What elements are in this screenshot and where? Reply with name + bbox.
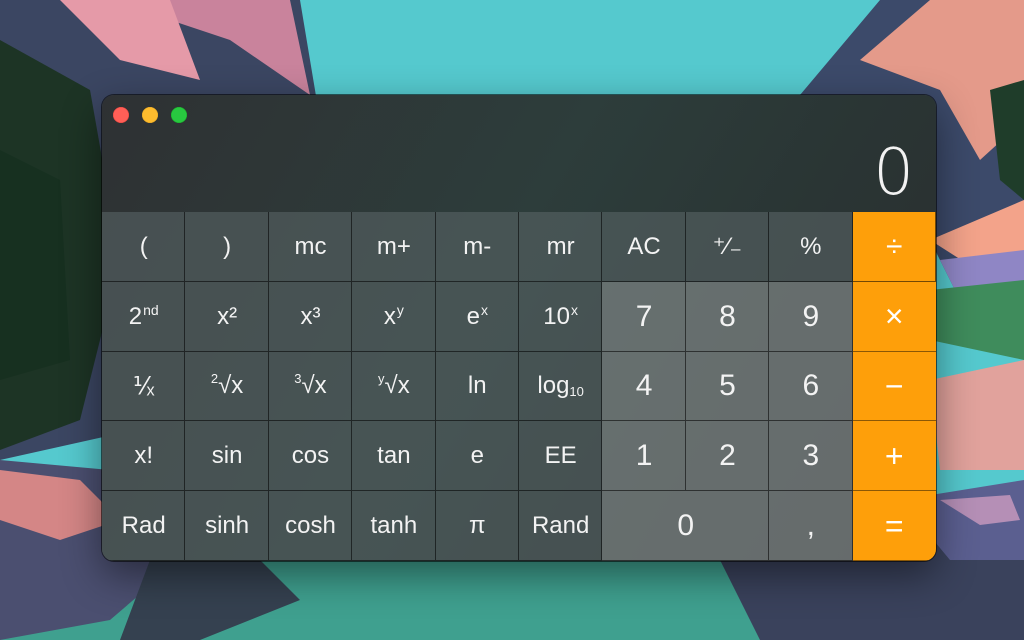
rad-button[interactable]: Rad (102, 491, 186, 561)
tan-button[interactable]: tan (352, 421, 436, 492)
memory-clear-button[interactable]: mc (268, 212, 353, 282)
second-function-button[interactable]: 2nd (102, 281, 186, 352)
title-bar (102, 95, 936, 135)
cube-root-button[interactable]: 3 √x (268, 351, 353, 422)
digit-8-button[interactable]: 8 (685, 281, 770, 352)
rand-button[interactable]: Rand (518, 491, 603, 561)
digit-4-button[interactable]: 4 (602, 351, 686, 422)
factorial-button[interactable]: x! (102, 421, 186, 492)
close-paren-button[interactable]: ) (185, 212, 269, 282)
square-root-button[interactable]: 2 √x (185, 351, 269, 422)
close-window-button[interactable] (113, 107, 129, 123)
ee-button[interactable]: EE (518, 421, 603, 492)
plus-minus-button[interactable]: ⁺∕₋ (685, 212, 770, 282)
tanh-button[interactable]: tanh (352, 491, 436, 561)
digit-5-button[interactable]: 5 (685, 351, 770, 422)
digit-7-button[interactable]: 7 (602, 281, 686, 352)
exp-button[interactable]: ex (435, 281, 519, 352)
natural-log-button[interactable]: ln (435, 351, 519, 422)
digit-9-button[interactable]: 9 (769, 281, 853, 352)
memory-subtract-button[interactable]: m- (435, 212, 519, 282)
minimize-window-button[interactable] (142, 107, 158, 123)
all-clear-button[interactable]: AC (602, 212, 686, 282)
digit-1-button[interactable]: 1 (602, 421, 686, 492)
reciprocal-button[interactable]: ⅟ₓ (102, 351, 186, 422)
square-button[interactable]: x² (185, 281, 269, 352)
euler-button[interactable]: e (435, 421, 519, 492)
decimal-button[interactable]: , (769, 491, 853, 561)
cosh-button[interactable]: cosh (268, 491, 353, 561)
pi-button[interactable]: π (435, 491, 519, 561)
cos-button[interactable]: cos (268, 421, 353, 492)
divide-button[interactable]: ÷ (852, 212, 936, 282)
digit-0-button[interactable]: 0 (602, 491, 770, 561)
digit-6-button[interactable]: 6 (769, 351, 853, 422)
power-button[interactable]: xy (352, 281, 436, 352)
open-paren-button[interactable]: ( (102, 212, 186, 282)
add-button[interactable]: + (852, 421, 936, 492)
yth-root-button[interactable]: y √x (352, 351, 436, 422)
memory-recall-button[interactable]: mr (518, 212, 603, 282)
maximize-window-button[interactable] (171, 107, 187, 123)
keypad: ( ) mc m+ m- mr AC ⁺∕₋ % ÷ 2nd x² x³ xy … (102, 212, 936, 561)
memory-add-button[interactable]: m+ (352, 212, 436, 282)
digit-3-button[interactable]: 3 (769, 421, 853, 492)
calculator-window: 0 ( ) mc m+ m- mr AC ⁺∕₋ % ÷ 2nd x² x³ x… (102, 95, 936, 561)
equals-button[interactable]: = (852, 491, 936, 561)
multiply-button[interactable]: × (852, 281, 936, 352)
subtract-button[interactable]: − (852, 351, 936, 422)
log10-button[interactable]: log 10 (518, 351, 603, 422)
sin-button[interactable]: sin (185, 421, 269, 492)
sinh-button[interactable]: sinh (185, 491, 269, 561)
digit-2-button[interactable]: 2 (685, 421, 770, 492)
calculator-display: 0 (102, 135, 936, 212)
ten-power-button[interactable]: 10 x (518, 281, 603, 352)
percent-button[interactable]: % (769, 212, 853, 282)
cube-button[interactable]: x³ (268, 281, 353, 352)
display-value: 0 (873, 136, 914, 210)
